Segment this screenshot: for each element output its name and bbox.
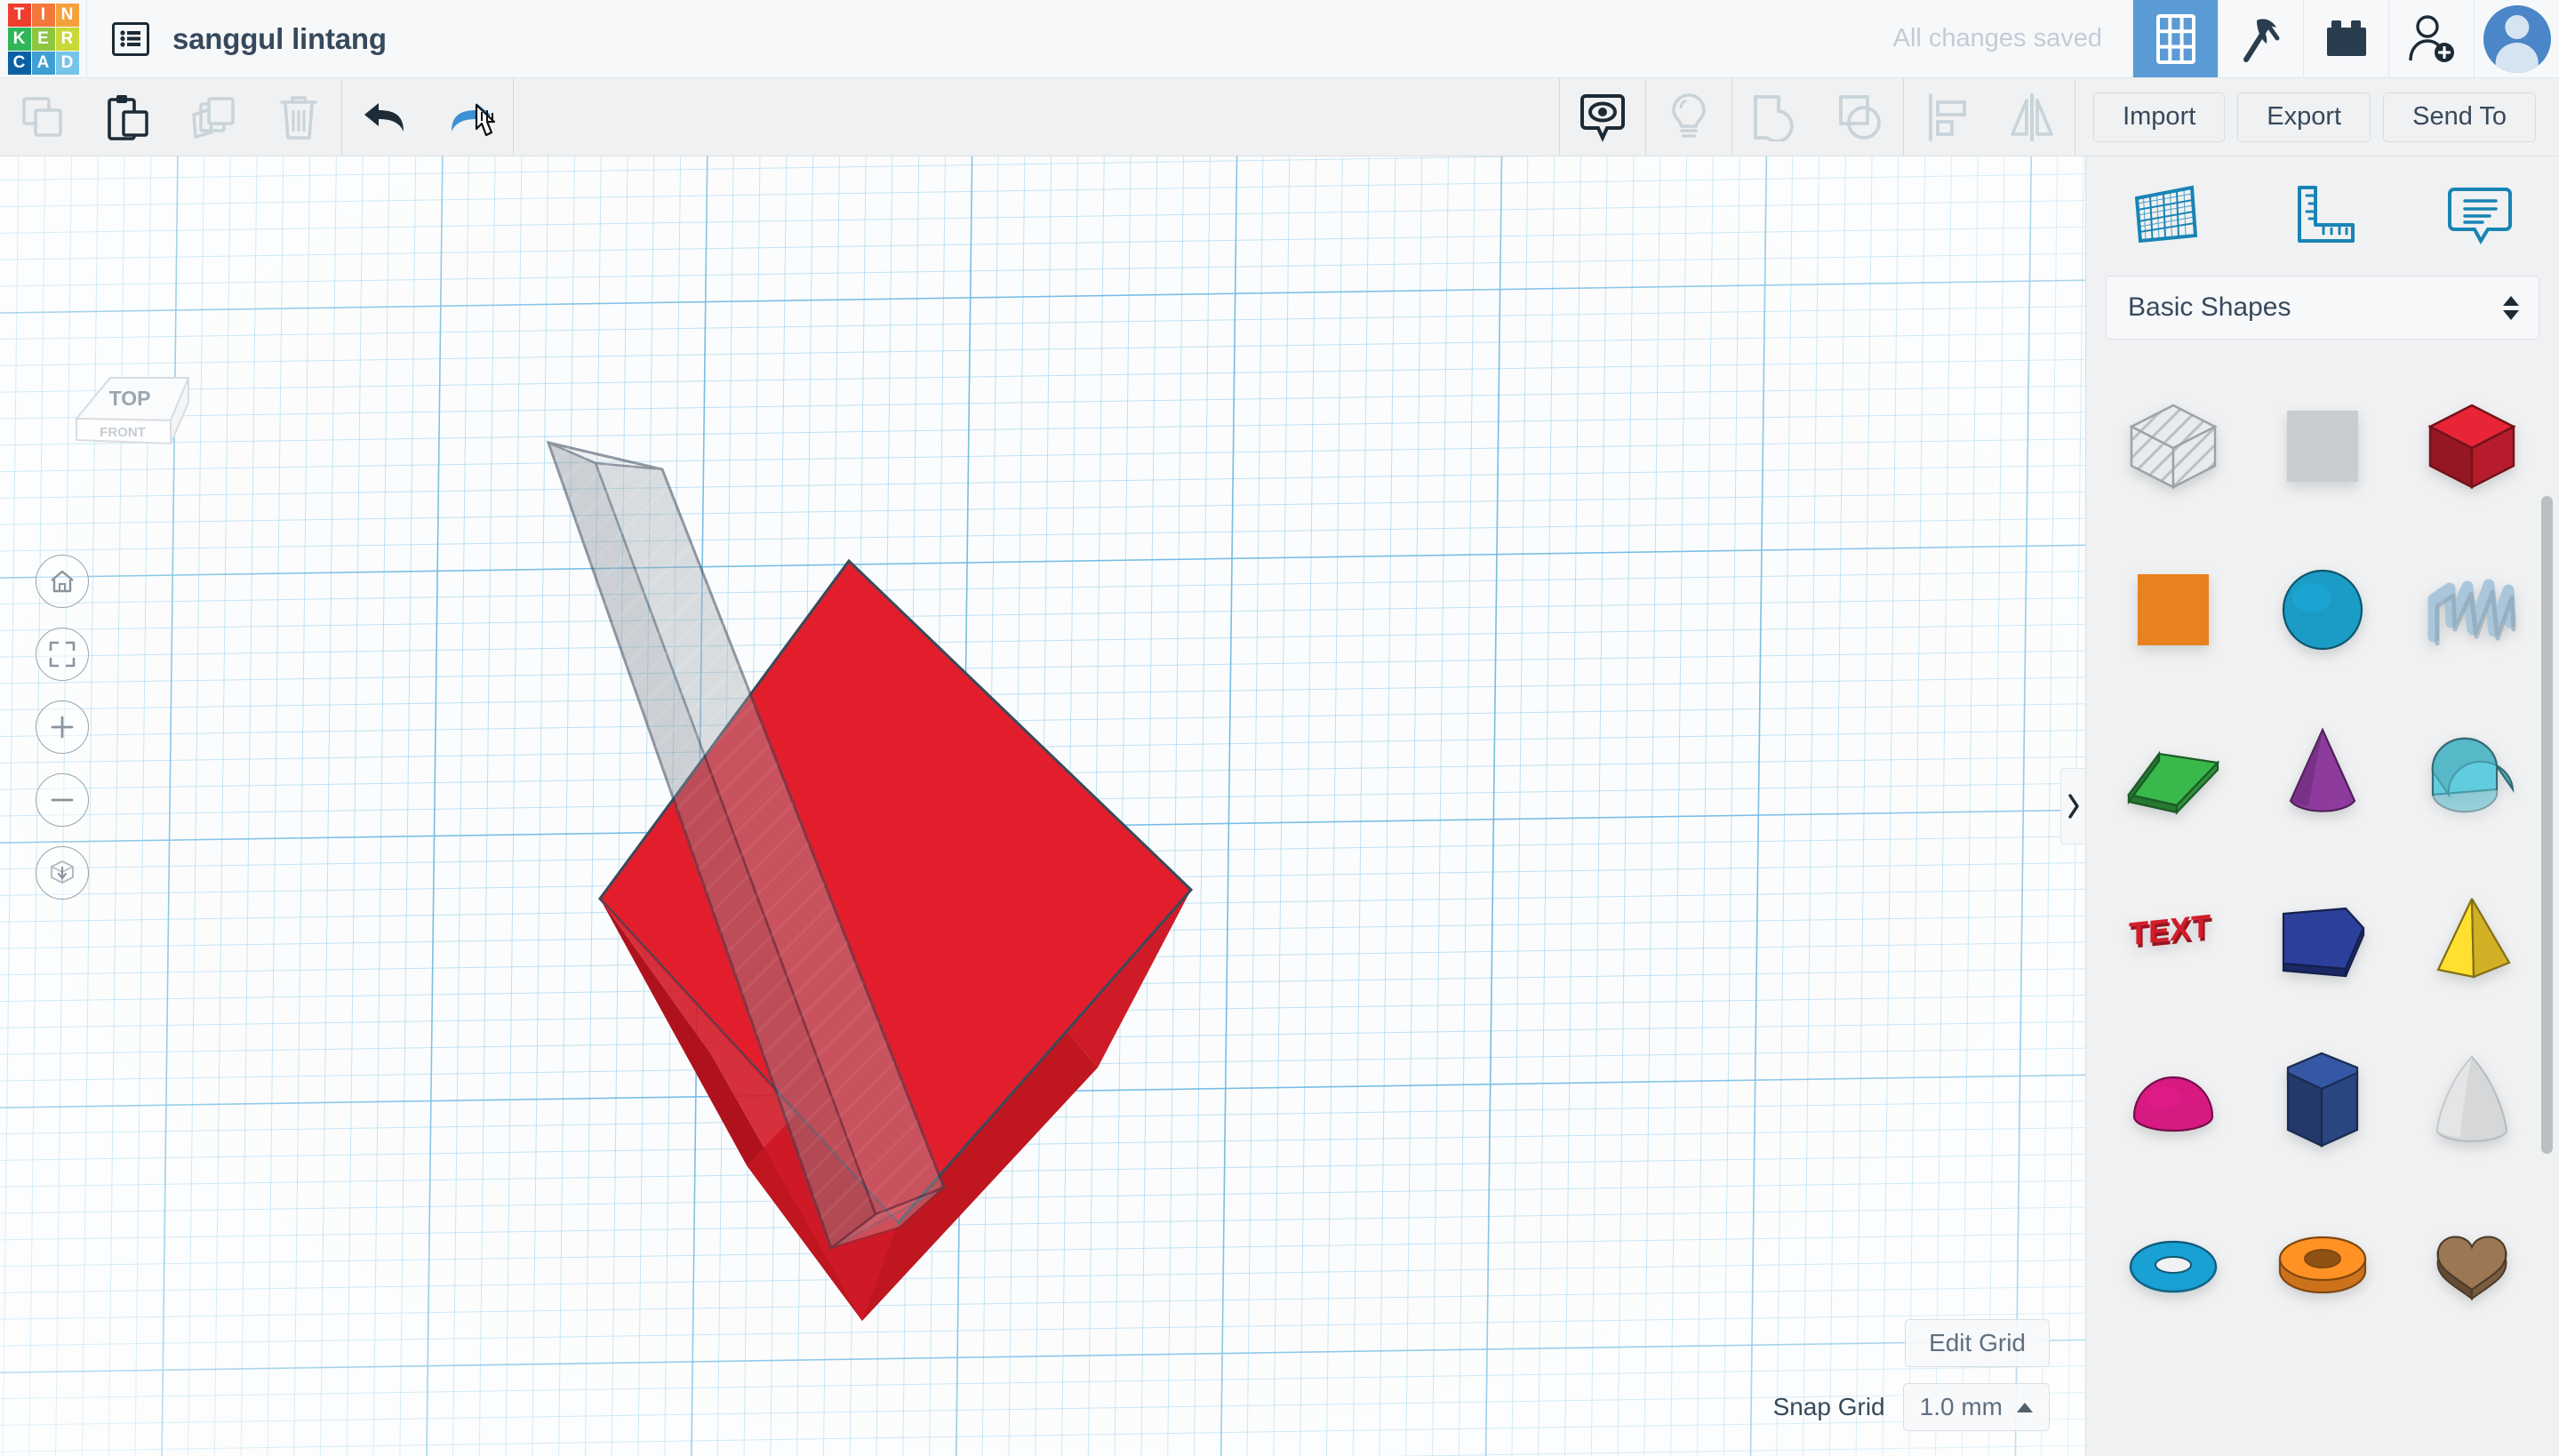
import-button[interactable]: Import xyxy=(2093,92,2226,142)
snap-grid-row: Snap Grid 1.0 mm xyxy=(1773,1383,2050,1431)
shapes-panel: Basic Shapes TEXT TEXT xyxy=(2085,156,2559,1456)
show-all-icon[interactable] xyxy=(1560,78,1645,156)
viewcube-front-label: FRONT xyxy=(100,425,146,440)
shape-pyramid[interactable] xyxy=(2397,855,2547,1019)
shape-cone[interactable] xyxy=(2248,692,2397,855)
logo-tile-i: I xyxy=(31,3,55,27)
view-cube[interactable]: TOP FRONT xyxy=(55,339,206,463)
shape-scribble[interactable] xyxy=(2397,528,2547,692)
workplane-canvas[interactable]: TOP FRONT Edit Grid Snap Grid 1.0 mm xyxy=(0,156,2085,1456)
shape-tube[interactable] xyxy=(2248,1182,2397,1346)
shape-torus[interactable] xyxy=(2099,1182,2248,1346)
mouse-cursor-icon xyxy=(475,103,496,137)
ungroup-icon[interactable] xyxy=(1818,78,1903,156)
shape-category-value: Basic Shapes xyxy=(2128,292,2291,322)
shape-cylinder[interactable] xyxy=(2099,528,2248,692)
note-icon[interactable] xyxy=(2427,176,2533,252)
avatar xyxy=(2483,4,2551,73)
duplicate-icon[interactable] xyxy=(171,78,256,156)
toolbar-history-group xyxy=(342,78,513,156)
mirror-icon[interactable] xyxy=(1989,78,2075,156)
header-right-group: All changes saved xyxy=(1863,0,2559,77)
logo-tile-t: T xyxy=(7,3,31,27)
list-icon[interactable] xyxy=(112,21,149,56)
send-to-button[interactable]: Send To xyxy=(2383,92,2536,142)
logo-tile-c: C xyxy=(7,51,31,75)
shape-library-grid: TEXT TEXT xyxy=(2086,356,2559,1456)
panel-scrollbar[interactable] xyxy=(2541,496,2553,1154)
perspective-toggle-icon[interactable] xyxy=(36,846,89,900)
align-icon[interactable] xyxy=(1904,78,1989,156)
panel-collapse-handle[interactable] xyxy=(2060,768,2085,844)
chevron-updown-icon xyxy=(2503,295,2519,320)
add-user-icon[interactable] xyxy=(2388,0,2474,77)
toolbar-object-group xyxy=(1560,78,2075,156)
workplane-grid xyxy=(0,156,2085,1456)
shape-heart[interactable] xyxy=(2397,1182,2547,1346)
lego-brick-icon[interactable] xyxy=(2303,0,2388,77)
ruler-icon[interactable] xyxy=(2269,176,2376,252)
shape-polygon[interactable] xyxy=(2248,855,2397,1019)
viewcube-top-label: TOP xyxy=(109,387,151,410)
delete-icon[interactable] xyxy=(256,78,341,156)
fit-to-view-icon[interactable] xyxy=(36,628,89,681)
export-button[interactable]: Export xyxy=(2237,92,2371,142)
snap-grid-label: Snap Grid xyxy=(1772,1393,1885,1420)
pickaxe-icon[interactable] xyxy=(2218,0,2303,77)
logo-tile-n: N xyxy=(55,3,79,27)
edit-grid-button[interactable]: Edit Grid xyxy=(1905,1319,2050,1367)
toolbar-edit-group xyxy=(0,78,341,156)
zoom-out-icon[interactable] xyxy=(36,773,89,827)
copy-icon[interactable] xyxy=(0,78,85,156)
shape-category-wrap: Basic Shapes xyxy=(2086,276,2559,356)
shape-text[interactable]: TEXT TEXT xyxy=(2099,855,2248,1019)
page-title[interactable]: sanggul lintang xyxy=(172,22,387,56)
group-icon[interactable] xyxy=(1732,78,1818,156)
tinkercad-logo[interactable]: TINKERCAD xyxy=(0,0,87,77)
save-status: All changes saved xyxy=(1892,24,2102,52)
main-toolbar: Import Export Send To xyxy=(0,78,2559,156)
app-header: TINKERCAD sanggul lintang All changes sa… xyxy=(0,0,2559,78)
home-view-icon[interactable] xyxy=(36,555,89,608)
user-avatar[interactable] xyxy=(2474,0,2559,77)
blocks-grid-icon[interactable] xyxy=(2132,0,2218,77)
zoom-in-icon[interactable] xyxy=(36,700,89,754)
logo-tile-d: D xyxy=(55,51,79,75)
header-left-group: sanggul lintang xyxy=(87,0,387,77)
panel-tabs xyxy=(2086,156,2559,276)
undo-icon[interactable] xyxy=(342,78,428,156)
lightbulb-icon[interactable] xyxy=(1646,78,1731,156)
shape-roof[interactable] xyxy=(2099,692,2248,855)
logo-tile-r: R xyxy=(55,27,79,51)
shape-box-hole[interactable] xyxy=(2099,364,2248,528)
tinkercad-app: TINKERCAD sanggul lintang All changes sa… xyxy=(0,0,2559,1456)
shape-halfcylinder[interactable] xyxy=(2397,692,2547,855)
main-area: TOP FRONT Edit Grid Snap Grid 1.0 mm Bas… xyxy=(0,156,2559,1456)
redo-icon[interactable] xyxy=(428,78,513,156)
toolbar-actions: Import Export Send To xyxy=(2075,78,2559,156)
logo-tile-a: A xyxy=(31,51,55,75)
paste-icon[interactable] xyxy=(85,78,171,156)
shape-cylinder-hole[interactable] xyxy=(2248,364,2397,528)
snap-grid-select[interactable]: 1.0 mm xyxy=(1902,1383,2050,1431)
shape-dome[interactable] xyxy=(2099,1019,2248,1182)
shape-box[interactable] xyxy=(2397,364,2547,528)
caret-up-icon xyxy=(2017,1402,2033,1412)
view-nav-buttons xyxy=(36,555,89,900)
logo-tile-k: K xyxy=(7,27,31,51)
shape-paraboloid[interactable] xyxy=(2397,1019,2547,1182)
workplane-icon[interactable] xyxy=(2112,176,2219,252)
snap-grid-value: 1.0 mm xyxy=(1919,1393,2003,1420)
shape-hexprism[interactable] xyxy=(2248,1019,2397,1182)
shape-sphere[interactable] xyxy=(2248,528,2397,692)
logo-tile-e: E xyxy=(31,27,55,51)
shape-category-select[interactable]: Basic Shapes xyxy=(2106,276,2539,340)
grid-controls: Edit Grid Snap Grid 1.0 mm xyxy=(1773,1319,2050,1431)
